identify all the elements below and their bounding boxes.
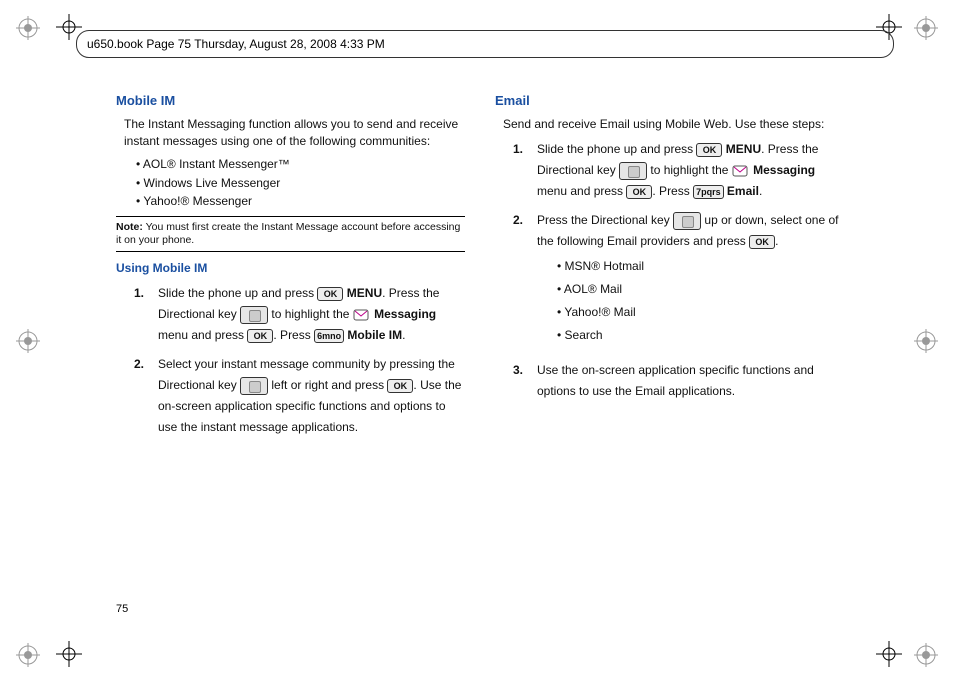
list-item: Windows Live Messenger <box>136 175 465 192</box>
step-body: Use the on-screen application specific f… <box>537 360 844 402</box>
step-body: Press the Directional key up or down, se… <box>537 210 844 352</box>
note-text: You must first create the Instant Messag… <box>116 221 460 246</box>
page-content: Mobile IM The Instant Messaging function… <box>116 92 844 446</box>
directional-key-icon <box>619 162 647 180</box>
crop-mark-icon <box>56 641 82 667</box>
heading-using-mobile-im: Using Mobile IM <box>116 260 465 277</box>
email-providers-list: MSN® Hotmail AOL® Mail Yahoo!® Mail Sear… <box>557 256 844 346</box>
page-header-bar: u650.book Page 75 Thursday, August 28, 2… <box>76 30 894 58</box>
list-item: AOL® Instant Messenger™ <box>136 156 465 173</box>
heading-email: Email <box>495 92 844 110</box>
page-header-text: u650.book Page 75 Thursday, August 28, 2… <box>87 37 385 51</box>
steps-list: 1. Slide the phone up and press OK MENU.… <box>134 283 465 438</box>
step-item: 2. Select your instant message community… <box>134 354 465 438</box>
messaging-icon <box>732 164 750 178</box>
directional-key-icon <box>240 306 268 324</box>
step-number: 1. <box>513 139 527 202</box>
step-number: 2. <box>134 354 148 438</box>
ok-key-icon: OK <box>317 287 343 301</box>
step-number: 2. <box>513 210 527 352</box>
seven-key-icon: 7pqrs <box>693 185 724 199</box>
messaging-icon <box>353 308 371 322</box>
step-item: 1. Slide the phone up and press OK MENU.… <box>134 283 465 346</box>
ok-key-icon: OK <box>696 143 722 157</box>
list-item: MSN® Hotmail <box>557 256 844 277</box>
note-block: Note: You must first create the Instant … <box>116 216 465 252</box>
directional-key-icon <box>673 212 701 230</box>
heading-mobile-im: Mobile IM <box>116 92 465 110</box>
step-item: 2. Press the Directional key up or down,… <box>513 210 844 352</box>
register-mark-icon <box>914 643 938 667</box>
register-mark-icon <box>914 16 938 40</box>
register-mark-icon <box>16 16 40 40</box>
step-item: 1. Slide the phone up and press OK MENU.… <box>513 139 844 202</box>
intro-text: Send and receive Email using Mobile Web.… <box>503 116 844 133</box>
ok-key-icon: OK <box>247 329 273 343</box>
steps-list: 1. Slide the phone up and press OK MENU.… <box>513 139 844 402</box>
step-number: 3. <box>513 360 527 402</box>
note-label: Note: <box>116 221 143 233</box>
crop-mark-icon <box>876 641 902 667</box>
list-item: Yahoo!® Messenger <box>136 193 465 210</box>
ok-key-icon: OK <box>387 379 413 393</box>
im-providers-list: AOL® Instant Messenger™ Windows Live Mes… <box>136 156 465 210</box>
intro-text: The Instant Messaging function allows yo… <box>124 116 465 150</box>
step-body: Slide the phone up and press OK MENU. Pr… <box>537 139 844 202</box>
left-column: Mobile IM The Instant Messaging function… <box>116 92 465 446</box>
step-body: Select your instant message community by… <box>158 354 465 438</box>
step-body: Slide the phone up and press OK MENU. Pr… <box>158 283 465 346</box>
ok-key-icon: OK <box>749 235 775 249</box>
register-mark-icon <box>16 329 40 353</box>
directional-key-icon <box>240 377 268 395</box>
step-item: 3. Use the on-screen application specifi… <box>513 360 844 402</box>
ok-key-icon: OK <box>626 185 652 199</box>
step-number: 1. <box>134 283 148 346</box>
list-item: AOL® Mail <box>557 279 844 300</box>
list-item: Search <box>557 325 844 346</box>
register-mark-icon <box>914 329 938 353</box>
list-item: Yahoo!® Mail <box>557 302 844 323</box>
page-number: 75 <box>116 603 128 615</box>
register-mark-icon <box>16 643 40 667</box>
six-key-icon: 6mno <box>314 329 344 343</box>
right-column: Email Send and receive Email using Mobil… <box>495 92 844 446</box>
